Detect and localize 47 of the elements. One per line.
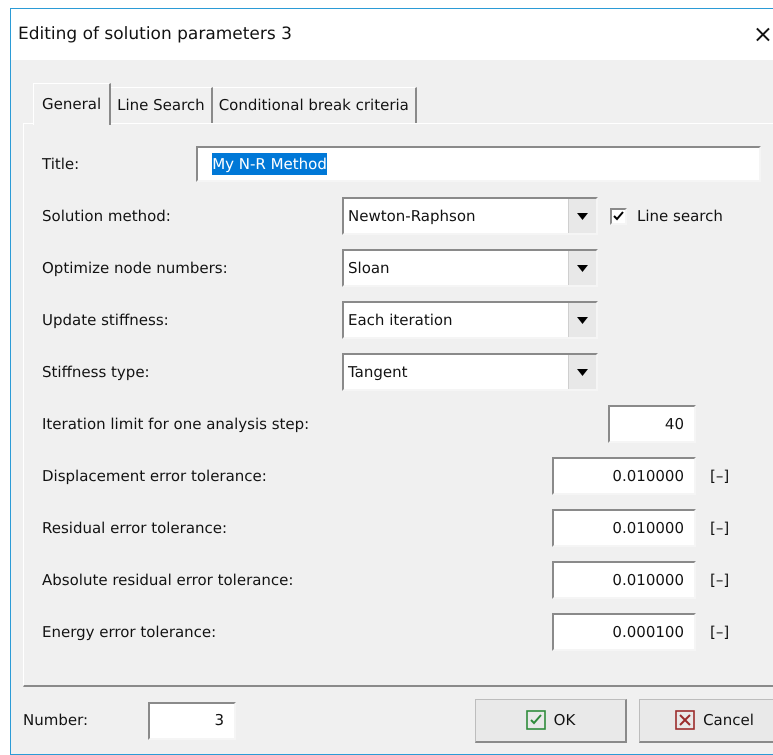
number-label: Number: — [23, 710, 90, 732]
caret-icon — [577, 264, 588, 272]
field-label: Absolute residual error tolerance: — [42, 570, 294, 591]
unit-label: [–] — [710, 466, 730, 487]
check-icon — [613, 211, 624, 222]
tab[interactable]: Conditional break criteria — [212, 87, 417, 124]
field-label: Optimize node numbers: — [42, 258, 229, 279]
ok-button[interactable]: OK — [475, 698, 627, 743]
number-input[interactable]: 0.000100 — [552, 613, 696, 652]
unit-label: [–] — [710, 622, 730, 643]
field-label: Displacement error tolerance: — [42, 466, 268, 487]
dropdown-field[interactable]: Tangent — [342, 353, 598, 392]
cancel-button[interactable]: Cancel — [639, 698, 773, 743]
window-title: Editing of solution parameters 3 — [18, 22, 292, 46]
check-icon — [526, 710, 546, 730]
dropdown-button[interactable] — [568, 199, 596, 234]
unit-label: [–] — [710, 570, 730, 591]
number-input[interactable]: 0.010000 — [552, 457, 696, 496]
checkbox-label: Line search — [637, 206, 723, 227]
number-input[interactable]: 0.010000 — [552, 561, 696, 600]
checkbox[interactable] — [610, 208, 627, 225]
field-label: Stiffness type: — [42, 362, 151, 383]
caret-icon — [577, 212, 588, 220]
tab[interactable]: General — [33, 83, 112, 126]
unit-label: [–] — [710, 518, 730, 539]
dropdown-field[interactable]: Sloan — [342, 249, 598, 288]
number-input[interactable]: 0.010000 — [552, 509, 696, 548]
field-label: Solution method: — [42, 206, 172, 227]
field-label: Energy error tolerance: — [42, 622, 218, 643]
close-button[interactable]: × — [752, 22, 773, 46]
field-label: Iteration limit for one analysis step: — [42, 414, 310, 435]
caret-icon — [577, 368, 588, 376]
dropdown-field[interactable]: Newton-Raphson — [342, 197, 598, 236]
close-icon — [675, 710, 696, 730]
number-input[interactable]: 3 — [148, 702, 236, 740]
dropdown-button[interactable] — [568, 251, 596, 286]
title-input[interactable]: My N-R Method — [196, 146, 761, 182]
dropdown-field[interactable]: Each iteration — [342, 301, 598, 340]
number-input[interactable]: 40 — [608, 405, 696, 444]
field-label: Residual error tolerance: — [42, 518, 228, 539]
field-label: Update stiffness: — [42, 310, 170, 331]
caret-icon — [577, 316, 588, 324]
dropdown-button[interactable] — [568, 303, 596, 338]
tab[interactable]: Line Search — [111, 87, 213, 124]
field-label: Title: — [42, 154, 80, 175]
selected-text: My N-R Method — [212, 152, 327, 176]
dropdown-button[interactable] — [568, 355, 596, 390]
